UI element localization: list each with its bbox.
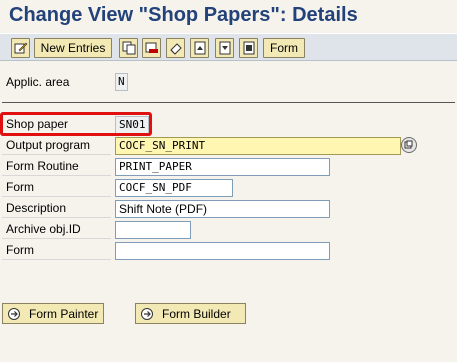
description-label: Description [6, 201, 67, 215]
edit-icon[interactable] [11, 38, 30, 58]
archive-obj-id-field[interactable] [115, 221, 191, 239]
applic-area-field: N [115, 73, 128, 91]
new-entries-button[interactable]: New Entries [34, 38, 112, 58]
form-builder-button[interactable]: Form Builder [135, 303, 246, 324]
output-program-label-box: Output program [2, 137, 111, 155]
form-builder-icon [140, 307, 156, 321]
next-entry-icon[interactable] [239, 38, 258, 58]
archive-obj-id-label: Archive obj.ID [6, 222, 81, 236]
previous-entry-icon[interactable] [215, 38, 234, 58]
form-painter-button[interactable]: Form Painter [2, 303, 104, 324]
form-field[interactable]: COCF_SN_PDF [115, 179, 233, 197]
applic-area-label: Applic. area [6, 75, 70, 89]
delete-icon[interactable] [142, 38, 161, 58]
undo-icon[interactable] [166, 38, 185, 58]
form-painter-icon [7, 307, 23, 321]
form-button[interactable]: Form [263, 38, 305, 58]
form-routine-field[interactable]: PRINT_PAPER [115, 158, 330, 176]
output-program-label: Output program [6, 138, 91, 152]
form2-field[interactable] [115, 242, 330, 260]
highlight-box [0, 112, 152, 136]
form2-label: Form [6, 243, 34, 257]
form-label: Form [6, 180, 34, 194]
form-routine-label: Form Routine [6, 159, 79, 173]
archive-obj-id-label-box: Archive obj.ID [2, 221, 111, 239]
form-painter-label: Form Painter [29, 306, 99, 321]
description-field[interactable]: Shift Note (PDF) [115, 200, 330, 218]
value-help-icon[interactable] [401, 137, 417, 153]
form-builder-label: Form Builder [162, 306, 231, 321]
copy-icon[interactable] [119, 38, 138, 58]
output-program-field[interactable]: COCF_SN_PRINT [115, 137, 401, 155]
form-label-box: Form [2, 179, 111, 197]
section-divider [2, 102, 455, 103]
description-label-box: Description [2, 200, 111, 218]
form2-label-box: Form [2, 242, 111, 260]
form-routine-label-box: Form Routine [2, 158, 111, 176]
page-title: Change View "Shop Papers": Details [9, 4, 358, 26]
title-bar: Change View "Shop Papers": Details [0, 0, 457, 33]
application-toolbar: New Entries Form [0, 33, 457, 61]
first-entry-icon[interactable] [190, 38, 209, 58]
